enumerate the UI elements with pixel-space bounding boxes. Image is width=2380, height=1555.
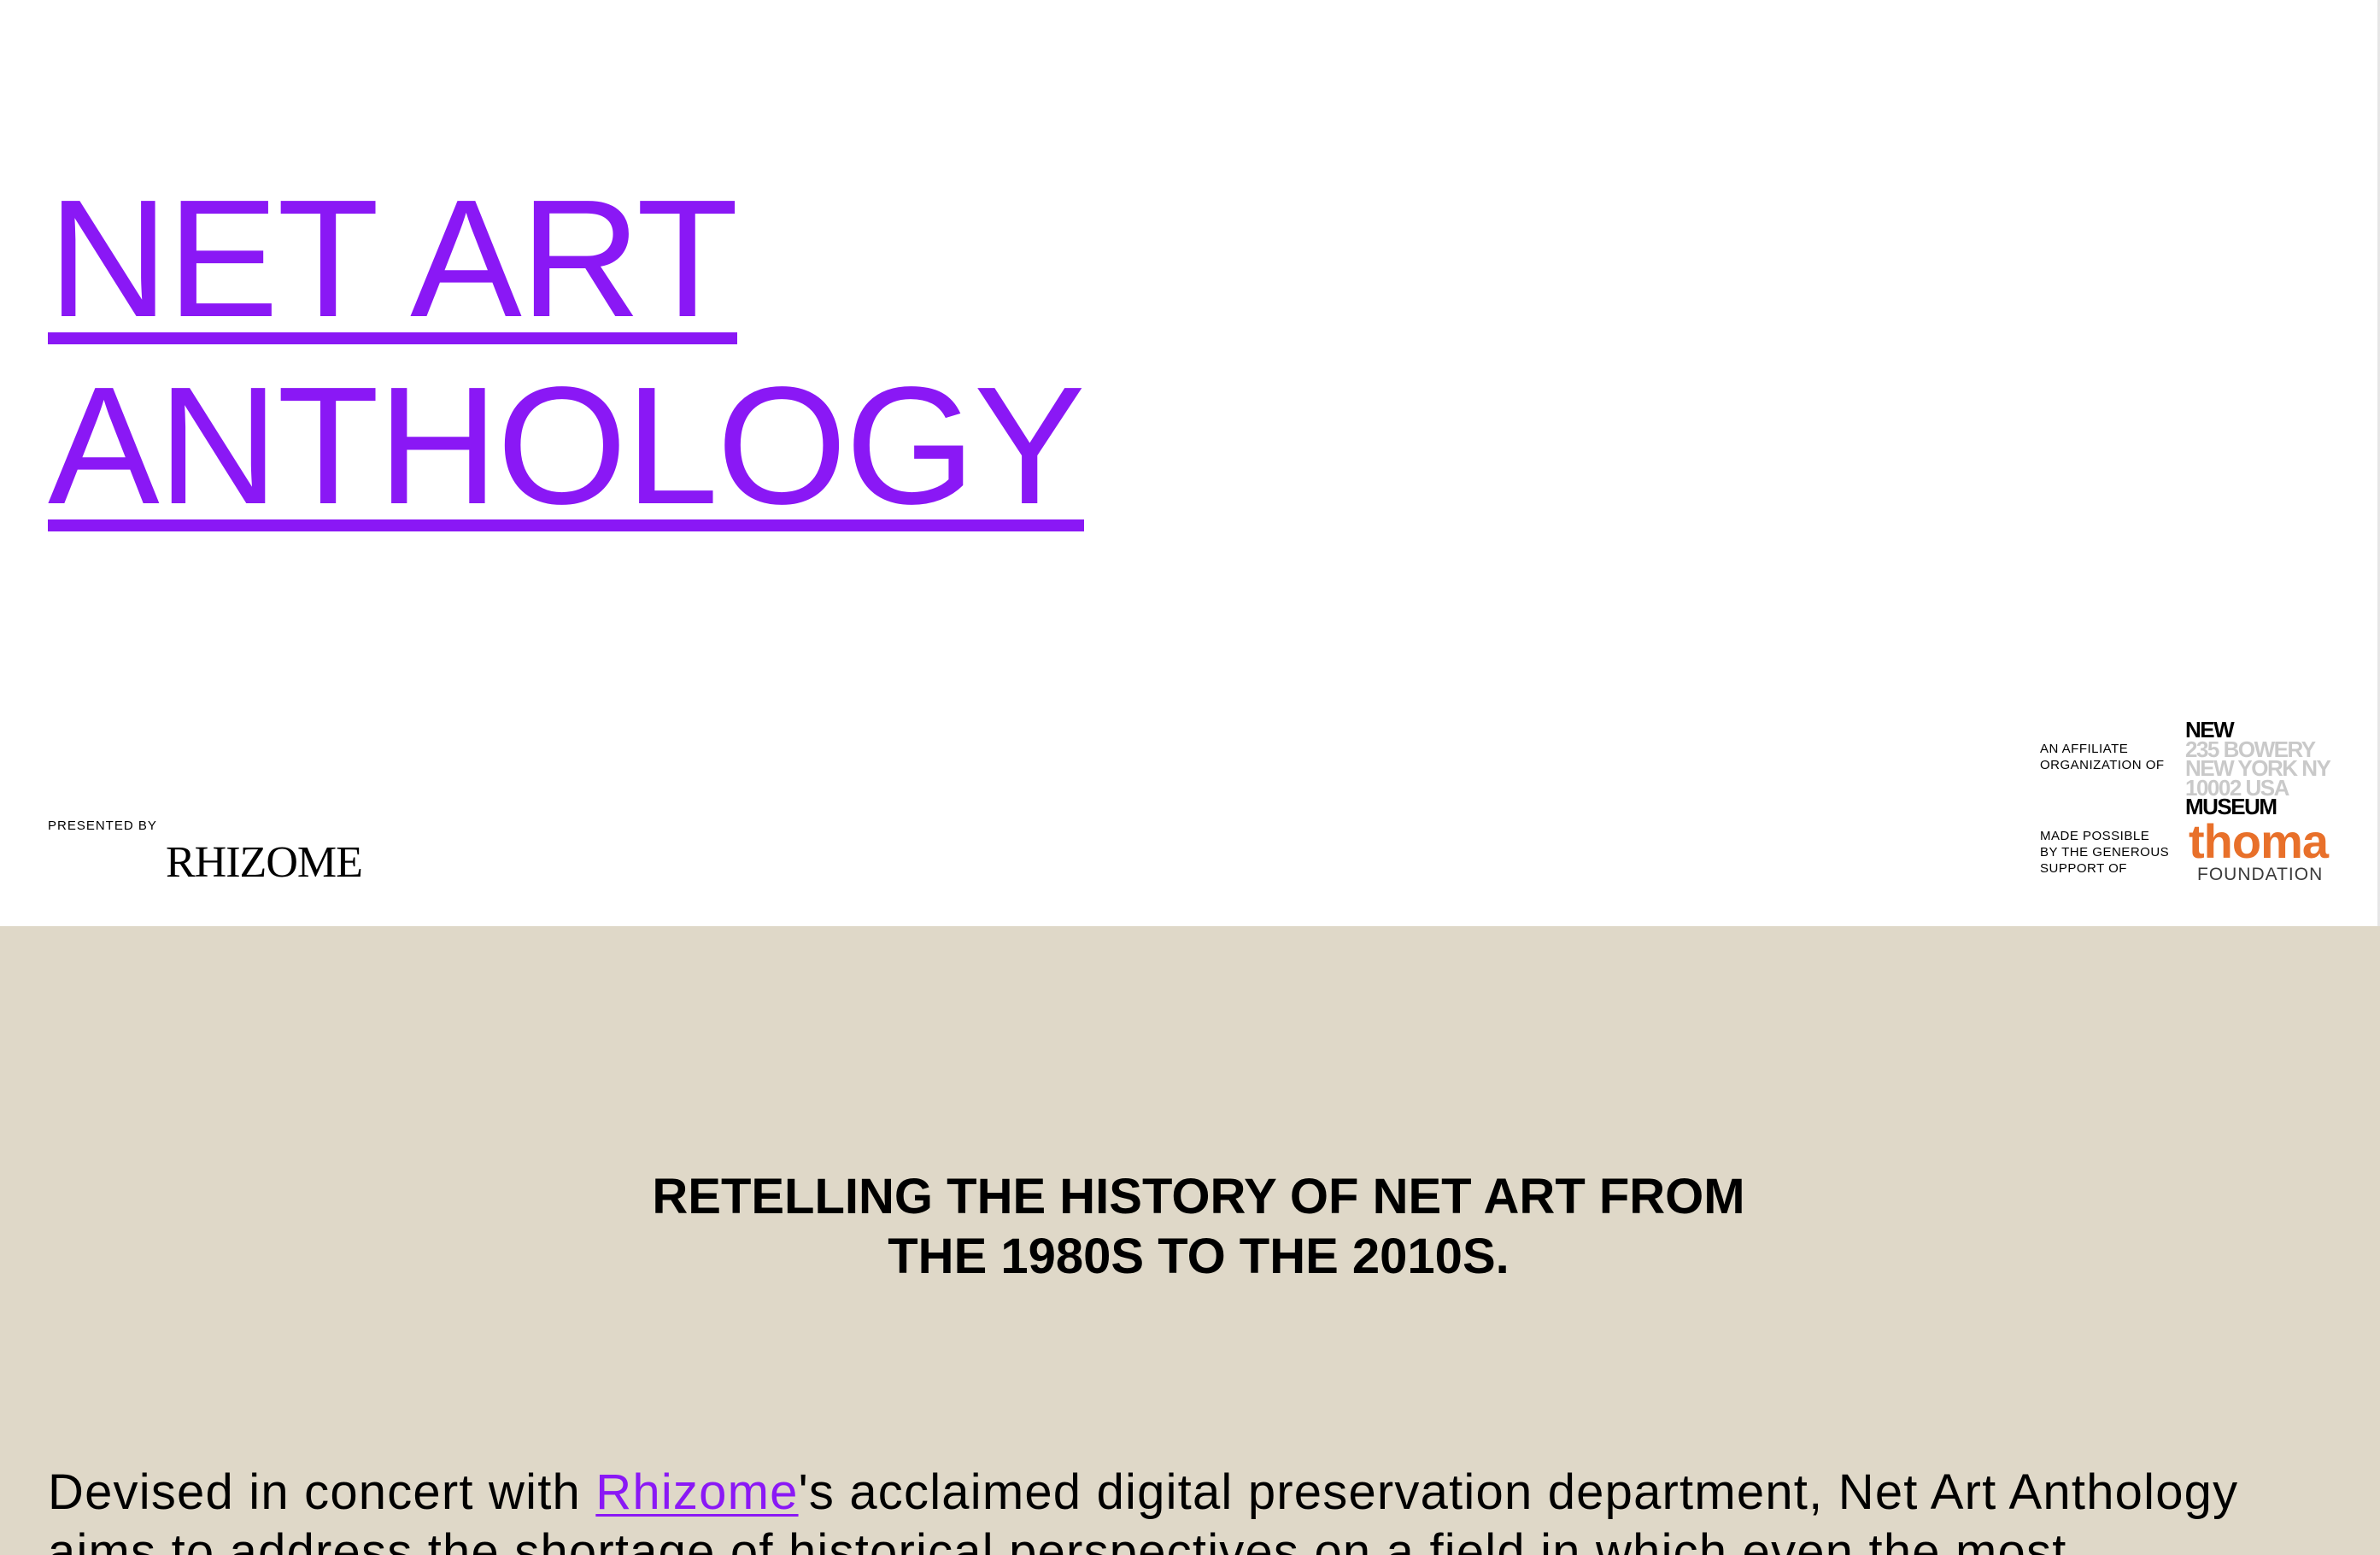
site-title: NET ART ANTHOLOGY [48,175,1086,552]
site-header: NET ART ANTHOLOGY PRESENTED BY RHIZOME A… [0,0,2380,926]
presented-by-label: PRESENTED BY [48,819,157,833]
affiliate-label: AN AFFILIATE ORGANIZATION OF [2040,742,2165,772]
page: NET ART ANTHOLOGY PRESENTED BY RHIZOME A… [0,0,2380,1555]
intro-paragraph: Devised in concert with Rhizome's acclai… [48,1463,2354,1555]
tagline-line2: THE 1980S TO THE 2010S. [888,1229,1509,1284]
intro-text-before-link: Devised in concert with [48,1464,596,1520]
tagline-line1: RETELLING THE HISTORY OF NET ART FROM [652,1169,1745,1224]
new-museum-logo[interactable]: NEW 235 BOWERY NEW YORK NY 10002 USA MUS… [2185,719,2356,818]
thoma-foundation-logo[interactable]: thoma FOUNDATION [2189,814,2342,885]
site-title-link-line1[interactable]: NET ART [48,175,739,344]
intro-section: RETELLING THE HISTORY OF NET ART FROM TH… [0,926,2380,1555]
site-title-link-line2[interactable]: ANTHOLOGY [48,362,1086,531]
rhizome-logo[interactable]: RHIZOME [166,837,363,889]
rhizome-link[interactable]: Rhizome [595,1464,798,1520]
thoma-logo-word: thoma [2189,814,2329,868]
tagline: RETELLING THE HISTORY OF NET ART FROM TH… [0,1167,2380,1287]
thoma-logo-subtitle: FOUNDATION [2197,865,2324,884]
support-label: MADE POSSIBLE BY THE GENEROUS SUPPORT OF [2040,829,2170,876]
